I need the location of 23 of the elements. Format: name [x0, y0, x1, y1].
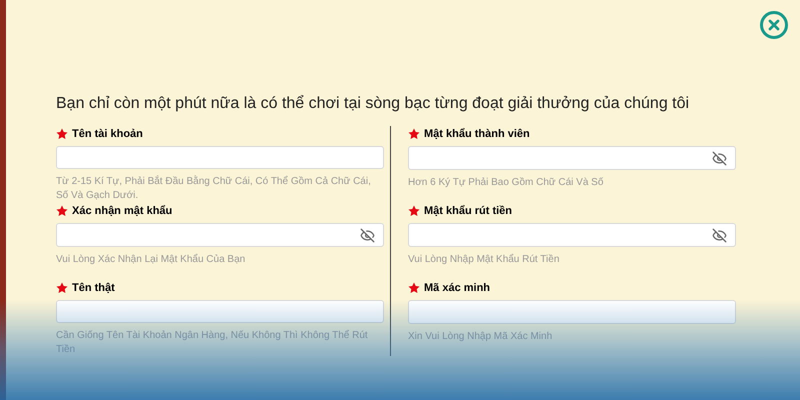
hide-password-icon[interactable] [712, 150, 727, 166]
field-hint: Vui Lòng Nhập Mật Khẩu Rút Tiền [408, 253, 560, 267]
field-label: Mật khẩu thành viên [424, 126, 530, 142]
field-label: Mã xác minh [424, 280, 490, 296]
input-field[interactable] [408, 300, 736, 324]
input-field[interactable] [408, 223, 736, 247]
form-heading: Bạn chỉ còn một phút nữa là có thể chơi tại sòng bạc từng đoạt giải thưởng của chúng tôi [56, 94, 690, 114]
field-label: Xác nhận mật khẩu [72, 204, 172, 219]
field-hint: Hơn 6 Ký Tự Phải Bao Gồm Chữ Cái Và Số [408, 176, 604, 190]
field-label: Tên tài khoản [72, 126, 143, 142]
hide-password-icon[interactable] [360, 228, 375, 242]
close-button[interactable] [760, 11, 788, 39]
field-hint: Vui Lòng Xác Nhận Lại Mật Khẩu Của Bạn [56, 253, 246, 267]
field-hint: Từ 2-15 Kí Tự, Phải Bắt Đầu Bằng Chữ Cái, Có Thể Gồm Cả Chữ Cái, Số Và Gạch Dưới. [56, 175, 372, 203]
input-field[interactable] [56, 300, 384, 323]
hide-password-icon[interactable] [712, 228, 727, 242]
field-label: Tên thật [72, 280, 115, 296]
input-field[interactable] [408, 146, 736, 170]
close-icon [766, 17, 782, 33]
field-hint: Xin Vui Lòng Nhập Mã Xác Minh [408, 330, 554, 344]
field-label: Mật khẩu rút tiền [424, 204, 512, 219]
input-field[interactable] [56, 146, 384, 169]
input-field[interactable] [56, 223, 384, 247]
